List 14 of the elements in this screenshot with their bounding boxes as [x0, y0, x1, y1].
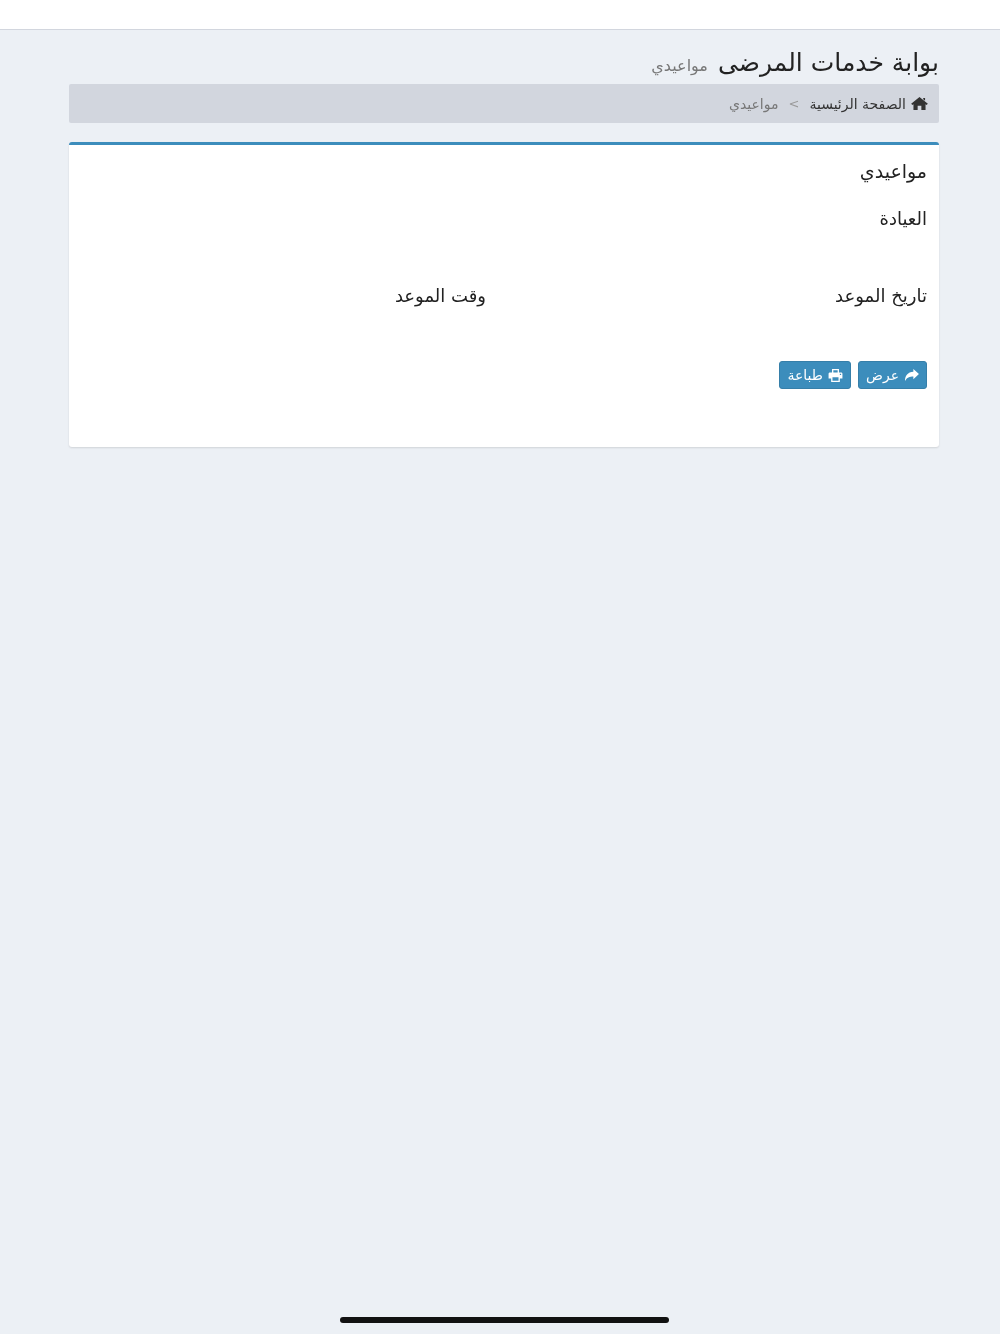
page-title: بوابة خدمات المرضى — [717, 47, 939, 79]
printer-icon — [828, 368, 843, 382]
column-heading: وقت الموعد — [393, 284, 486, 309]
card-title: مواعيدي — [858, 159, 927, 185]
column-heading: تاريخ الموعد — [834, 284, 927, 309]
breadcrumb-separator: > — [788, 96, 800, 111]
print-button[interactable]: طباعة — [779, 361, 851, 389]
view-button[interactable]: عرض — [858, 361, 927, 389]
share-arrow-icon — [904, 368, 919, 382]
breadcrumb-link[interactable]: الصفحة الرئيسية — [809, 95, 928, 112]
breadcrumb-current: مواعيدي — [729, 95, 779, 112]
page-subtitle: مواعيدي — [651, 56, 708, 75]
clinic-label: العيادة — [878, 207, 927, 231]
home-icon — [911, 97, 928, 110]
